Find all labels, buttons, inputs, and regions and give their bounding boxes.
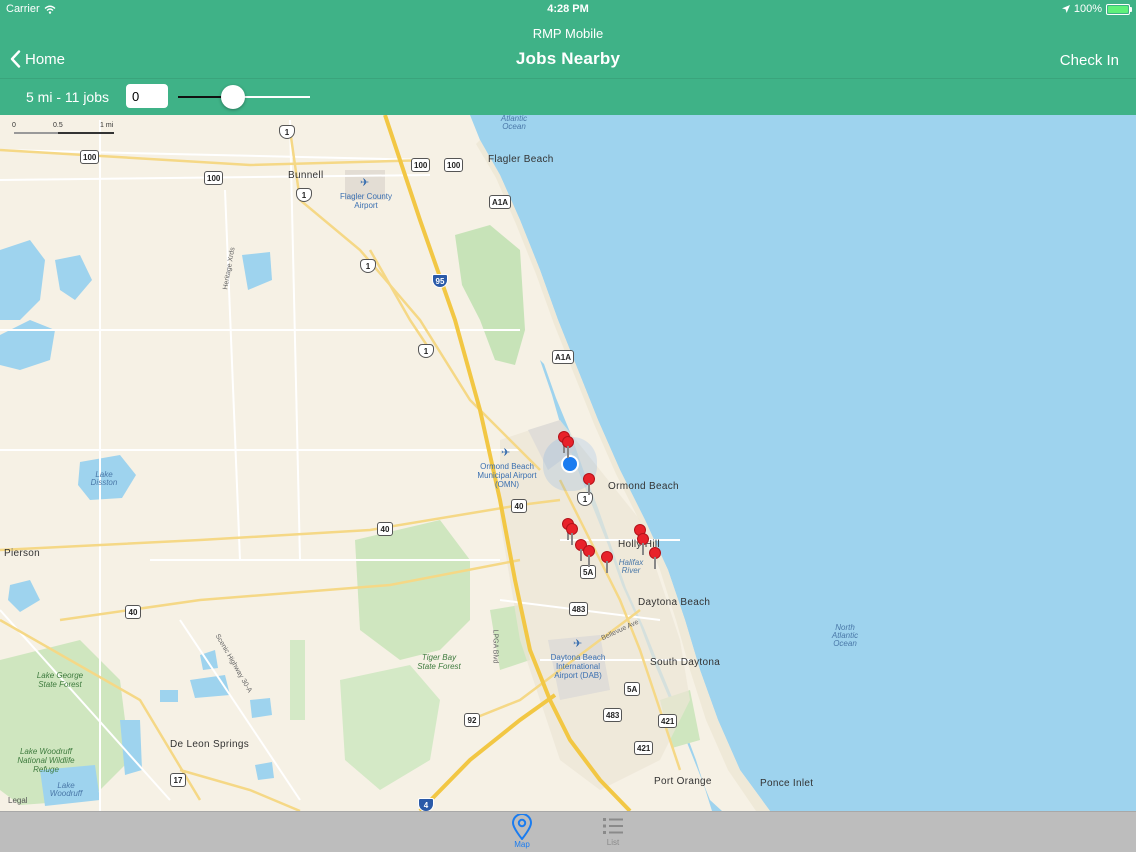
app-subtitle: RMP Mobile xyxy=(532,26,604,41)
battery-fill xyxy=(1108,5,1128,13)
job-count-input[interactable] xyxy=(126,84,168,108)
distance-slider[interactable] xyxy=(178,85,310,109)
label-lake-woodruff: Lake Woodruff xyxy=(49,781,83,798)
label-lake-disston: Lake Disston xyxy=(90,470,118,487)
scale-zero: 0 xyxy=(12,122,16,129)
tab-list-label: List xyxy=(606,838,620,847)
shield-sr5a: 5A xyxy=(580,565,597,579)
label-lpga-blvd: LPGA Blvd xyxy=(491,629,499,664)
shield-sr40: 40 xyxy=(377,522,393,536)
shield-a1a: A1A xyxy=(489,195,512,209)
label-daytona-airport: Daytona Beach International Airport (DAB… xyxy=(550,653,606,680)
label-tiger-bay-forest: Tiger Bay State Forest xyxy=(417,653,461,671)
label-pierson: Pierson xyxy=(4,548,41,559)
job-pin[interactable] xyxy=(583,473,595,495)
airplane-icon: ✈ xyxy=(573,638,583,650)
label-atlantic-top: Atlantic Ocean xyxy=(500,115,528,131)
label-flagler-beach: Flagler Beach xyxy=(488,154,554,165)
navigation-header: Carrier 4:28 PM 100% RMP Mobile Home Job… xyxy=(0,0,1136,115)
list-icon xyxy=(603,818,623,834)
battery-icon xyxy=(1106,3,1132,15)
shield-sr421: 421 xyxy=(634,741,654,755)
shield-sr100: 100 xyxy=(80,150,100,164)
map-view[interactable]: 0 0.5 1 mi Atlantic Ocean North Atlantic… xyxy=(0,115,1136,811)
label-de-leon-springs: De Leon Springs xyxy=(170,739,249,750)
shield-i4: 4 xyxy=(418,798,434,811)
label-ormond-beach: Ormond Beach xyxy=(608,481,679,492)
job-pin[interactable] xyxy=(649,547,661,569)
page-title: Jobs Nearby xyxy=(515,49,621,68)
label-daytona-beach: Daytona Beach xyxy=(638,597,711,608)
job-pin[interactable] xyxy=(562,436,574,458)
battery-percent: 100% xyxy=(1073,3,1102,15)
label-ormond-airport: Ormond Beach Municipal Airport (OMN) xyxy=(477,462,537,489)
label-bunnell: Bunnell xyxy=(288,170,324,181)
location-arrow-icon xyxy=(1061,5,1070,13)
shield-sr40: 40 xyxy=(511,499,527,513)
shield-sr5a: 5A xyxy=(624,682,641,696)
shield-sr100: 100 xyxy=(444,158,464,172)
filter-toolbar: 5 mi - 11 jobs xyxy=(0,79,1136,115)
check-in-button[interactable]: Check In xyxy=(1060,52,1119,69)
status-time: 4:28 PM xyxy=(547,3,589,15)
label-halifax-river: Halifax River xyxy=(618,558,644,575)
job-pin[interactable] xyxy=(637,533,649,555)
tab-bar: Map List xyxy=(0,811,1136,852)
tab-map-label: Map xyxy=(514,840,530,849)
shield-sr40: 40 xyxy=(125,605,141,619)
label-north-atlantic: North Atlantic Ocean xyxy=(831,623,859,648)
shield-sr421: 421 xyxy=(658,714,678,728)
tab-map[interactable]: Map xyxy=(497,814,547,849)
app: Carrier 4:28 PM 100% RMP Mobile Home Job… xyxy=(0,0,1136,852)
status-right: 100% xyxy=(1061,3,1132,15)
scale-one: 1 mi xyxy=(100,122,114,129)
slider-thumb[interactable] xyxy=(221,85,246,109)
label-ponce-inlet: Ponce Inlet xyxy=(760,778,814,789)
shield-sr483: 483 xyxy=(603,708,623,722)
shield-a1a: A1A xyxy=(552,350,575,364)
status-bar: Carrier 4:28 PM 100% xyxy=(0,0,1136,18)
legal-link[interactable]: Legal xyxy=(8,796,28,805)
shield-sr92: 92 xyxy=(464,713,480,727)
job-pin[interactable] xyxy=(601,551,613,573)
tab-list[interactable]: List xyxy=(588,814,638,847)
shield-sr100: 100 xyxy=(411,158,431,172)
label-woodruff-refuge: Lake Woodruff National Wildlife Refuge xyxy=(17,747,75,774)
label-south-daytona: South Daytona xyxy=(650,657,721,668)
label-flagler-airport: Flagler County Airport xyxy=(339,192,393,210)
scale-half: 0.5 xyxy=(53,122,63,129)
label-port-orange: Port Orange xyxy=(654,776,712,787)
map-pin-icon xyxy=(511,814,533,840)
airplane-icon: ✈ xyxy=(360,177,370,189)
shield-sr483: 483 xyxy=(569,602,589,616)
range-label: 5 mi - 11 jobs xyxy=(26,89,109,105)
label-lake-george-forest: Lake George State Forest xyxy=(36,671,84,689)
shield-sr100: 100 xyxy=(204,171,224,185)
airplane-icon: ✈ xyxy=(501,447,511,459)
shield-sr17: 17 xyxy=(170,773,186,787)
job-pin[interactable] xyxy=(583,545,595,567)
